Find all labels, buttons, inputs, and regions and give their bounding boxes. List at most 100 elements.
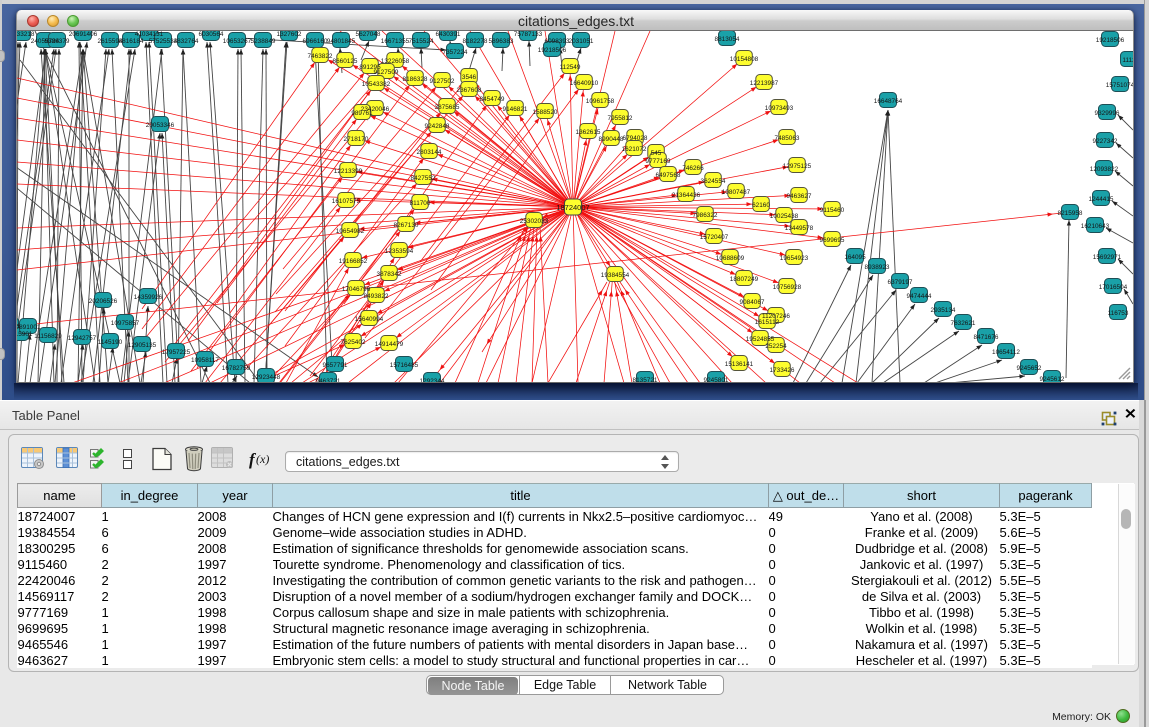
- svg-text:9245801: 9245801: [704, 377, 729, 383]
- svg-text:7485063: 7485063: [775, 135, 800, 142]
- svg-text:5238849: 5238849: [251, 38, 276, 45]
- svg-text:75787133: 75787133: [514, 31, 543, 38]
- svg-text:10756928: 10756928: [773, 284, 802, 291]
- svg-text:7955812: 7955812: [608, 115, 633, 122]
- svg-text:10653267: 10653267: [223, 38, 252, 45]
- svg-text:15720407: 15720407: [700, 234, 729, 241]
- svg-text:2718170: 2718170: [344, 136, 369, 143]
- svg-text:9386379: 9386379: [45, 38, 70, 45]
- svg-text:9329996: 9329996: [1095, 110, 1120, 117]
- svg-text:8990448: 8990448: [599, 136, 624, 143]
- svg-text:10025438: 10025438: [770, 213, 799, 220]
- svg-text:10543382: 10543382: [362, 81, 391, 88]
- svg-text:10654112: 10654112: [992, 349, 1020, 356]
- svg-text:9891001: 9891001: [17, 324, 41, 331]
- svg-text:7632621: 7632621: [951, 320, 976, 327]
- svg-text:(x): (x): [256, 452, 269, 466]
- svg-text:9699695: 9699695: [820, 237, 845, 244]
- svg-text:1733426: 1733426: [770, 367, 795, 374]
- svg-text:2803144: 2803144: [417, 149, 442, 156]
- svg-text:16640910: 16640910: [570, 80, 599, 87]
- svg-text:94801845: 94801845: [327, 38, 356, 45]
- svg-text:17016504: 17016504: [1099, 284, 1128, 291]
- svg-text:19218506: 19218506: [1096, 37, 1125, 44]
- svg-text:18724007: 18724007: [556, 203, 589, 212]
- svg-text:10154808: 10154808: [730, 56, 759, 63]
- svg-text:19524855: 19524855: [746, 336, 775, 343]
- svg-text:1145190: 1145190: [98, 339, 123, 346]
- svg-text:18807249: 18807249: [730, 276, 759, 283]
- svg-text:12942757: 12942757: [68, 335, 97, 342]
- svg-text:10973493: 10973493: [765, 105, 794, 112]
- svg-text:989761: 989761: [351, 110, 373, 117]
- svg-text:6497568: 6497568: [656, 172, 681, 179]
- svg-text:9127502: 9127502: [430, 78, 455, 85]
- svg-text:16210643: 16210643: [1081, 223, 1110, 230]
- svg-text:10807487: 10807487: [722, 189, 751, 196]
- svg-text:8186328: 8186328: [403, 76, 428, 83]
- svg-text:9463627: 9463627: [787, 193, 812, 200]
- svg-text:8454749: 8454749: [480, 96, 505, 103]
- svg-text:1292344: 1292344: [420, 378, 445, 383]
- svg-text:1244415: 1244415: [1089, 196, 1114, 203]
- svg-text:7515524: 7515524: [409, 38, 434, 45]
- svg-text:8267130: 8267130: [394, 222, 419, 229]
- svg-text:5896383: 5896383: [489, 38, 514, 45]
- svg-text:15692971: 15692971: [1093, 254, 1122, 261]
- svg-text:17957225: 17957225: [162, 349, 191, 356]
- svg-text:3546: 3546: [462, 74, 477, 81]
- svg-text:1621072: 1621072: [622, 146, 647, 153]
- svg-text:41034131: 41034131: [135, 31, 164, 38]
- svg-text:1615112: 1615112: [755, 319, 780, 326]
- svg-text:811700: 811700: [410, 200, 431, 207]
- svg-text:8816184: 8816184: [119, 38, 144, 45]
- svg-text:8813054: 8813054: [715, 36, 740, 43]
- svg-text:6098393: 6098393: [545, 38, 570, 45]
- svg-text:9227342: 9227342: [1093, 138, 1118, 145]
- svg-text:3624554: 3624554: [701, 178, 726, 185]
- svg-text:9084067: 9084067: [740, 299, 765, 306]
- svg-text:12213399: 12213399: [334, 168, 363, 175]
- svg-text:10654982: 10654982: [336, 228, 365, 235]
- svg-text:20691406: 20691406: [69, 31, 98, 38]
- svg-text:3832764: 3832764: [174, 38, 199, 45]
- svg-text:12923448: 12923448: [252, 374, 281, 381]
- svg-text:7357224: 7357224: [443, 49, 468, 56]
- svg-text:8427552: 8427552: [411, 175, 436, 182]
- svg-text:116753: 116753: [1108, 310, 1129, 317]
- svg-text:9245652: 9245652: [1017, 365, 1042, 372]
- svg-text:19218506: 19218506: [538, 47, 567, 54]
- svg-text:12213987: 12213987: [750, 80, 779, 87]
- svg-text:1112: 1112: [1122, 57, 1133, 64]
- svg-text:15716485: 15716485: [390, 362, 419, 369]
- svg-text:6966160: 6966160: [303, 38, 328, 45]
- svg-text:16107575: 16107575: [332, 198, 361, 205]
- svg-text:10688609: 10688609: [716, 255, 745, 262]
- svg-text:15751074: 15751074: [1106, 82, 1133, 89]
- svg-text:6430391: 6430391: [436, 31, 461, 38]
- svg-text:8493822: 8493822: [364, 293, 389, 300]
- svg-text:1362615: 1362615: [576, 129, 601, 136]
- svg-text:14914479: 14914479: [375, 341, 404, 348]
- svg-text:7463822: 7463822: [308, 53, 333, 60]
- svg-text:16671355: 16671355: [381, 38, 410, 45]
- svg-text:1327602: 1327602: [277, 31, 302, 38]
- svg-text:25302033: 25302033: [520, 218, 549, 225]
- svg-text:9777169: 9777169: [646, 158, 671, 165]
- svg-text:19654923: 19654923: [780, 255, 809, 262]
- svg-text:16648764: 16648764: [874, 98, 903, 105]
- svg-text:2935134: 2935134: [931, 307, 956, 314]
- svg-text:5627048: 5627048: [356, 31, 381, 38]
- svg-text:2367608: 2367608: [457, 87, 482, 94]
- svg-text:62160: 62160: [752, 202, 770, 209]
- svg-text:19166852: 19166852: [339, 258, 368, 265]
- svg-text:9245612: 9245612: [1040, 376, 1065, 383]
- svg-text:746266: 746266: [682, 165, 704, 172]
- svg-text:3878342: 3878342: [377, 271, 402, 278]
- svg-text:10961758: 10961758: [586, 98, 615, 105]
- svg-text:15136141: 15136141: [725, 361, 754, 368]
- svg-text:3915901: 3915901: [17, 331, 33, 338]
- svg-text:8471676: 8471676: [974, 334, 999, 341]
- svg-text:7625402: 7625402: [341, 339, 366, 346]
- svg-text:252254: 252254: [765, 343, 787, 350]
